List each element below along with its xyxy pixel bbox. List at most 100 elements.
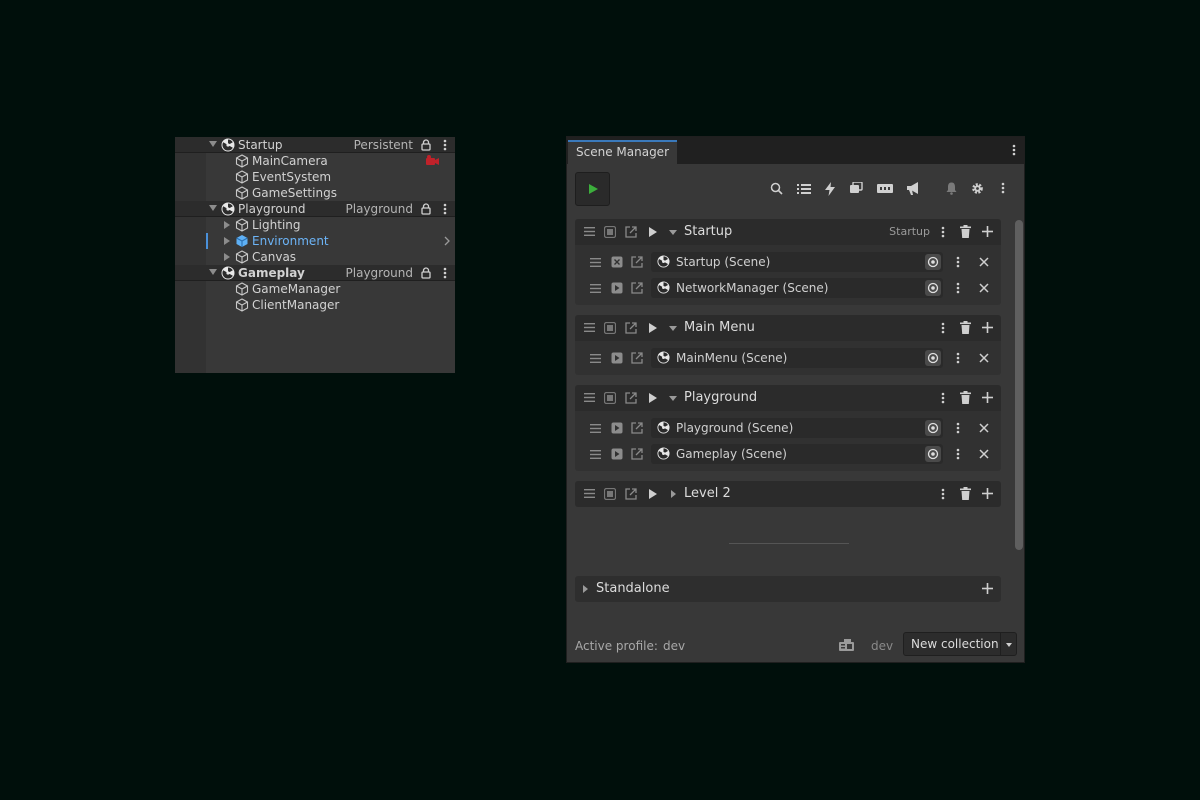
kebab-menu-icon[interactable]	[956, 256, 960, 268]
hierarchy-item[interactable]: GameSettings	[175, 185, 455, 201]
open-scene-icon[interactable]	[611, 282, 623, 294]
plus-icon[interactable]	[982, 583, 993, 594]
drag-handle-icon[interactable]	[590, 284, 601, 293]
kebab-menu-icon[interactable]	[941, 322, 945, 334]
open-external-icon[interactable]	[625, 226, 637, 238]
dropdown-arrow-icon[interactable]	[1006, 643, 1012, 647]
play-icon[interactable]	[648, 392, 658, 404]
fold-arrow-icon[interactable]	[224, 253, 230, 261]
play-button[interactable]	[575, 172, 610, 206]
play-icon[interactable]	[648, 226, 658, 238]
plus-icon[interactable]	[982, 392, 993, 403]
object-picker-button[interactable]	[925, 254, 941, 270]
plus-icon[interactable]	[982, 322, 993, 333]
open-external-icon[interactable]	[625, 322, 637, 334]
fold-arrow-icon[interactable]	[224, 221, 230, 229]
open-scenes-icon[interactable]	[604, 488, 616, 500]
open-scene-icon[interactable]	[611, 448, 623, 460]
plus-icon[interactable]	[982, 226, 993, 237]
scene-object-field[interactable]: Startup (Scene)	[651, 252, 943, 272]
ticket-icon[interactable]	[877, 182, 893, 194]
trash-icon[interactable]	[960, 391, 971, 404]
drag-handle-icon[interactable]	[590, 258, 601, 267]
lightning-icon[interactable]	[825, 182, 835, 196]
open-external-icon[interactable]	[631, 422, 643, 434]
tab-scene-manager[interactable]: Scene Manager	[568, 140, 677, 164]
kebab-menu-icon[interactable]	[941, 392, 945, 404]
profile-icon[interactable]	[839, 639, 854, 651]
object-picker-button[interactable]	[925, 420, 941, 436]
chevron-right-icon[interactable]	[444, 236, 450, 246]
trash-icon[interactable]	[960, 321, 971, 334]
fold-arrow-icon[interactable]	[209, 269, 217, 275]
search-icon[interactable]	[770, 182, 783, 195]
kebab-menu-icon[interactable]	[956, 422, 960, 434]
close-icon[interactable]	[979, 353, 989, 363]
collection-header[interactable]: Level 2	[575, 481, 1001, 507]
chevron-down-icon[interactable]	[669, 396, 677, 401]
hierarchy-item-selected[interactable]: Environment	[175, 233, 455, 249]
hierarchy-item[interactable]: MainCamera	[175, 153, 455, 169]
scene-object-field[interactable]: Gameplay (Scene)	[651, 444, 943, 464]
remove-scene-icon[interactable]	[611, 256, 623, 268]
lock-icon[interactable]	[421, 267, 431, 279]
open-scenes-icon[interactable]	[604, 226, 616, 238]
kebab-menu-icon[interactable]	[443, 267, 447, 279]
hierarchy-scene-playground[interactable]: Playground Playground	[175, 201, 455, 217]
open-external-icon[interactable]	[631, 282, 643, 294]
close-icon[interactable]	[979, 257, 989, 267]
open-external-icon[interactable]	[631, 448, 643, 460]
open-scene-icon[interactable]	[611, 352, 623, 364]
collection-header[interactable]: Main Menu	[575, 315, 1001, 341]
open-scenes-icon[interactable]	[604, 322, 616, 334]
kebab-menu-icon[interactable]	[956, 282, 960, 294]
drag-handle-icon[interactable]	[584, 489, 595, 498]
hierarchy-scene-gameplay[interactable]: Gameplay Playground	[175, 265, 455, 281]
bell-icon[interactable]	[946, 182, 957, 195]
hierarchy-item[interactable]: Canvas	[175, 249, 455, 265]
kebab-menu-icon[interactable]	[941, 226, 945, 238]
hierarchy-item[interactable]: ClientManager	[175, 297, 455, 313]
scrollbar-thumb[interactable]	[1015, 220, 1023, 550]
stack-icon[interactable]	[849, 182, 863, 195]
trash-icon[interactable]	[960, 225, 971, 238]
object-picker-button[interactable]	[925, 350, 941, 366]
gear-icon[interactable]	[971, 182, 984, 195]
scene-object-field[interactable]: MainMenu (Scene)	[651, 348, 943, 368]
fold-arrow-icon[interactable]	[209, 141, 217, 147]
scene-object-field[interactable]: Playground (Scene)	[651, 418, 943, 438]
hierarchy-item[interactable]: Lighting	[175, 217, 455, 233]
drag-handle-icon[interactable]	[584, 393, 595, 402]
open-scene-icon[interactable]	[611, 422, 623, 434]
kebab-menu-icon[interactable]	[956, 448, 960, 460]
play-icon[interactable]	[648, 488, 658, 500]
megaphone-icon[interactable]	[906, 182, 920, 195]
chevron-down-icon[interactable]	[669, 230, 677, 235]
kebab-menu-icon[interactable]	[956, 352, 960, 364]
close-icon[interactable]	[979, 283, 989, 293]
kebab-menu-icon[interactable]	[443, 203, 447, 215]
lock-icon[interactable]	[421, 203, 431, 215]
hierarchy-item[interactable]: EventSystem	[175, 169, 455, 185]
open-external-icon[interactable]	[631, 256, 643, 268]
play-icon[interactable]	[648, 322, 658, 334]
fold-arrow-icon[interactable]	[209, 205, 217, 211]
object-picker-button[interactable]	[925, 446, 941, 462]
kebab-menu-icon[interactable]	[1001, 182, 1005, 194]
open-scenes-icon[interactable]	[604, 392, 616, 404]
drag-handle-icon[interactable]	[590, 354, 601, 363]
chevron-down-icon[interactable]	[669, 326, 677, 331]
collection-header[interactable]: Startup Startup	[575, 219, 1001, 245]
hierarchy-item[interactable]: GameManager	[175, 281, 455, 297]
scene-object-field[interactable]: NetworkManager (Scene)	[651, 278, 943, 298]
open-external-icon[interactable]	[625, 488, 637, 500]
collection-header[interactable]: Playground	[575, 385, 1001, 411]
close-icon[interactable]	[979, 449, 989, 459]
fold-arrow-icon[interactable]	[224, 237, 230, 245]
hierarchy-scene-startup[interactable]: Startup Persistent	[175, 137, 455, 153]
new-collection-button[interactable]: New collection	[903, 632, 1017, 656]
lock-icon[interactable]	[421, 139, 431, 151]
kebab-menu-icon[interactable]	[941, 488, 945, 500]
drag-handle-icon[interactable]	[590, 450, 601, 459]
open-external-icon[interactable]	[625, 392, 637, 404]
